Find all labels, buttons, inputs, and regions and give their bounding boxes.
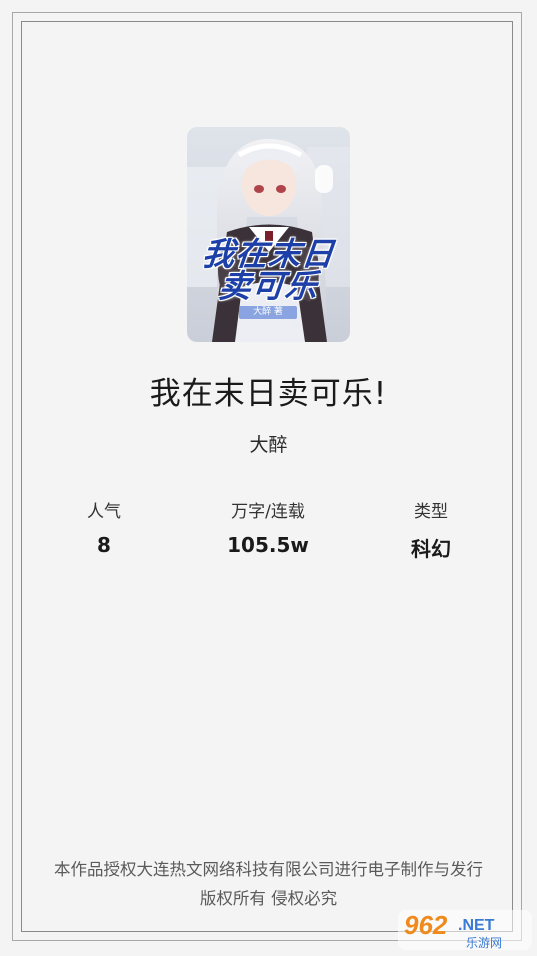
book-author[interactable]: 大醉	[0, 430, 537, 457]
cover-title-line2: 卖可乐	[216, 267, 320, 305]
svg-text:.NET: .NET	[458, 917, 495, 934]
cover-author-tag: 大醉 著	[239, 306, 297, 319]
svg-text:962: 962	[404, 910, 448, 940]
stat-popularity: 人气 8	[34, 497, 174, 557]
cover-title-line1: 我在末日	[200, 235, 337, 273]
book-title: 我在末日卖可乐!	[149, 376, 388, 412]
stat-popularity-label: 人气	[87, 502, 121, 522]
stat-genre-value: 科幻	[411, 537, 451, 561]
copyright-license-text: 本作品授权大连热文网络科技有限公司进行电子制作与发行	[54, 860, 483, 879]
svg-text:乐游网: 乐游网	[466, 936, 502, 950]
stat-word-count: 万字/连载 105.5w	[198, 497, 338, 557]
stat-word-count-label: 万字/连载	[231, 502, 305, 522]
stat-genre: 类型 科幻	[361, 497, 501, 562]
stat-genre-label: 类型	[414, 502, 448, 522]
stat-popularity-value: 8	[97, 533, 111, 557]
book-cover[interactable]: 我在末日 卖可乐 大醉 著	[187, 127, 350, 342]
stat-word-count-value: 105.5w	[227, 533, 309, 557]
site-watermark-logo: 962 .NET 乐游网	[396, 906, 534, 952]
